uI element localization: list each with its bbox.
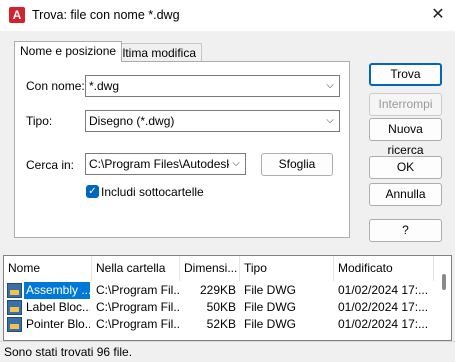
cancel-button[interactable]: Annulla [369,183,442,206]
subfolders-checkbox[interactable]: ✓ [86,185,99,198]
name-value: *.dwg [89,79,120,93]
window-title: Trova: file con nome *.dwg [32,8,180,22]
row-modified: 01/02/2024 17:... [338,317,429,331]
new-search-button[interactable]: Nuova ricerca [369,118,442,157]
browse-button[interactable]: Sfoglia [261,153,333,176]
ok-button[interactable]: OK [369,156,442,179]
autocad-app-icon: A [9,7,25,23]
chevron-down-icon[interactable]: ⌵ [230,154,242,174]
row-modified: 01/02/2024 17:... [338,300,429,314]
column-header-type[interactable]: Tipo [240,256,334,281]
row-type: File DWG [244,300,296,314]
row-folder: C:\Program Fil... [96,317,180,331]
type-select[interactable]: Disegno (*.dwg) ⌵ [85,110,340,132]
chevron-down-icon[interactable]: ⌵ [324,111,336,131]
dwg-file-icon [7,283,22,298]
column-header-modified[interactable]: Modificato [334,256,434,281]
stop-button[interactable]: Interrompi [369,93,442,116]
find-button[interactable]: Trova [369,63,442,86]
name-label: Con nome: [26,79,85,93]
dwg-file-icon [7,300,22,315]
row-folder: C:\Program Fil... [96,300,180,314]
name-combobox[interactable]: *.dwg ⌵ [85,75,340,97]
close-icon[interactable]: ✕ [426,4,450,26]
column-header-size[interactable]: Dimensi... [180,256,240,281]
row-type: File DWG [244,283,296,297]
row-name: Pointer Blo... [26,317,90,331]
table-row[interactable]: Assembly ... C:\Program Fil... 229KB Fil… [4,282,434,299]
lookin-combobox[interactable]: C:\Program Files\Autodesk\A ⌵ [85,153,246,175]
row-modified: 01/02/2024 17:... [338,283,429,297]
table-row[interactable]: Pointer Blo... C:\Program Fil... 52KB Fi… [4,316,434,333]
lookin-label: Cerca in: [26,158,75,172]
type-value: Disegno (*.dwg) [89,114,175,128]
row-type: File DWG [244,317,296,331]
column-header-name[interactable]: Nome [4,256,92,281]
row-name: Label Bloc... [26,300,90,314]
chevron-down-icon[interactable]: ⌵ [324,76,336,96]
row-name: Assembly ... [24,282,90,299]
scrollbar-thumb[interactable] [442,274,446,290]
row-size: 52KB [206,317,236,331]
lookin-value: C:\Program Files\Autodesk\A [89,157,229,171]
type-label: Tipo: [26,114,53,128]
dwg-file-icon [7,317,22,332]
row-size: 229KB [199,283,236,297]
vertical-scrollbar[interactable] [438,256,451,340]
status-bar: Sono stati trovati 96 file. [0,341,455,361]
column-header-folder[interactable]: Nella cartella [92,256,180,281]
row-size: 50KB [206,300,236,314]
row-folder: C:\Program Fil... [96,283,180,297]
table-row[interactable]: Label Bloc... C:\Program Fil... 50KB Fil… [4,299,434,316]
subfolders-label: Includi sottocartelle [101,185,204,199]
tab-last-modified[interactable]: Ultima modifica [108,43,203,63]
tab-name-location[interactable]: Nome e posizione [14,41,123,62]
help-button[interactable]: ? [369,219,442,242]
results-list[interactable]: Nome Nella cartella Dimensi... Tipo Modi… [3,255,452,341]
